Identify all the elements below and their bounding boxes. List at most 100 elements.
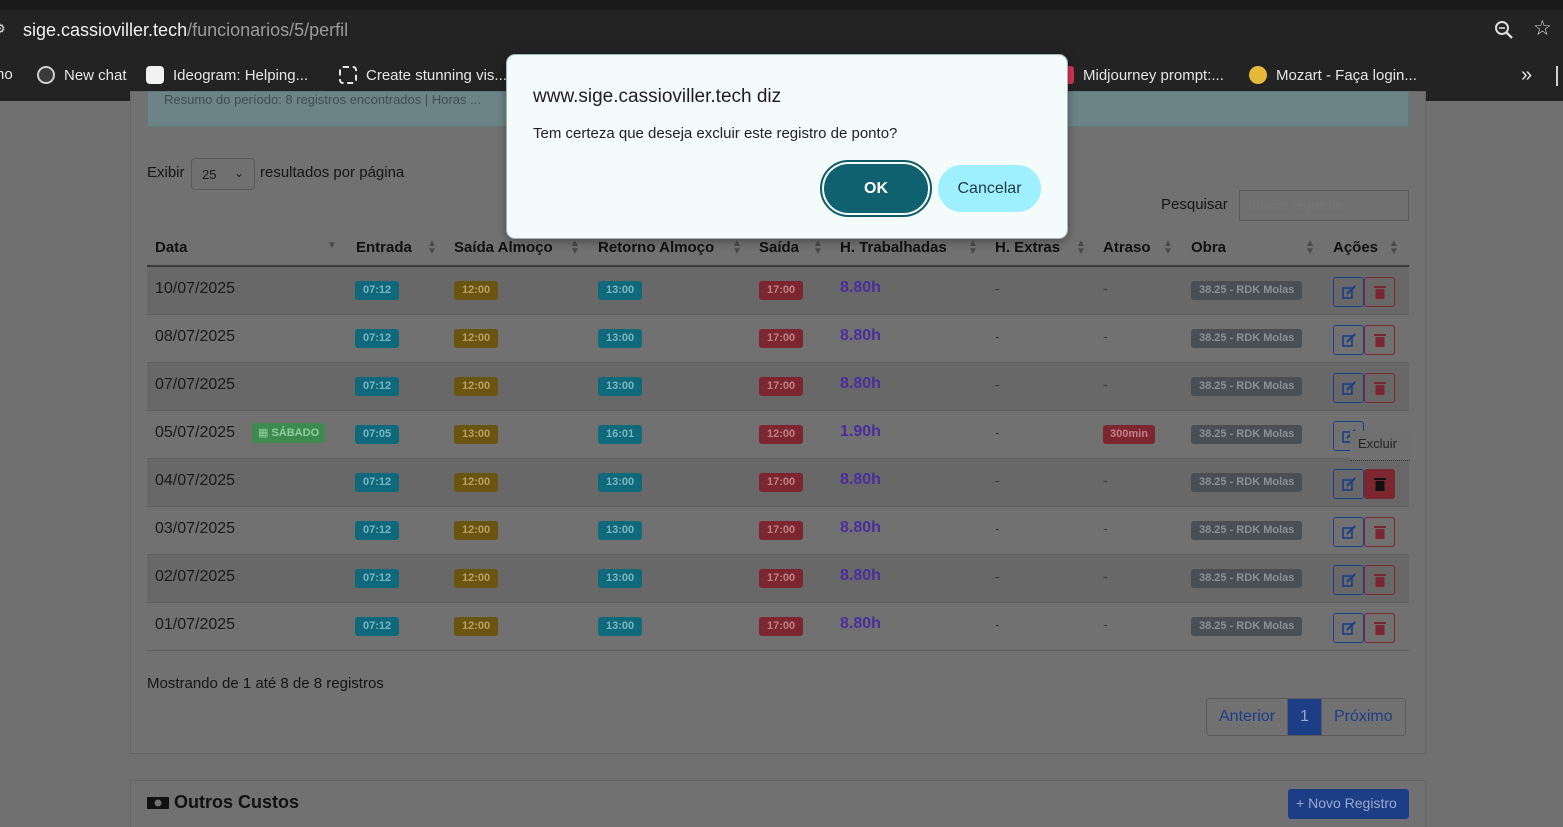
trash-icon xyxy=(1373,526,1386,539)
bookmark-item[interactable]: Create stunning vis... xyxy=(339,66,507,84)
cell-extras: - xyxy=(995,520,1000,536)
delete-button[interactable] xyxy=(1364,517,1395,547)
badge-saida-almoco: 12:00 xyxy=(454,521,499,540)
pagination-next[interactable]: Próximo xyxy=(1321,699,1405,735)
badge-retorno: 13:00 xyxy=(598,521,643,540)
pagination-prev[interactable]: Anterior xyxy=(1207,699,1289,735)
badge-retorno: 13:00 xyxy=(598,617,643,636)
ideogram-icon xyxy=(146,66,164,84)
cell-extras: - xyxy=(995,568,1000,584)
cell-horas: 8.80h xyxy=(840,567,881,584)
cell-atraso: - xyxy=(1103,568,1108,584)
edit-icon xyxy=(1341,285,1356,299)
sort-desc-icon: ▼ xyxy=(327,240,337,251)
col-header-extras[interactable]: H. Extras xyxy=(995,239,1060,256)
bookmarks-separator xyxy=(1556,66,1558,86)
bookmark-item[interactable]: no xyxy=(0,66,13,83)
edit-icon xyxy=(1341,621,1356,635)
table-row: 08/07/2025 07:12 12:00 13:00 17:00 8.80h… xyxy=(147,315,1409,363)
cell-atraso: - xyxy=(1103,280,1108,296)
badge-obra: 38.25 - RDK Molas xyxy=(1191,281,1303,300)
badge-entrada: 07:12 xyxy=(355,281,400,300)
col-header-acoes[interactable]: Ações xyxy=(1333,239,1378,256)
delete-button[interactable] xyxy=(1364,565,1395,595)
cell-horas: 8.80h xyxy=(840,615,881,632)
bookmark-item[interactable]: Ideogram: Helping... xyxy=(146,66,308,84)
table-row: 05/07/2025 ▦ SÁBADO 07:05 13:00 16:01 12… xyxy=(147,411,1409,459)
delete-button[interactable] xyxy=(1364,613,1395,643)
badge-atraso: 300min xyxy=(1103,425,1155,444)
saturday-badge: ▦ SÁBADO xyxy=(252,423,326,443)
badge-entrada: 07:12 xyxy=(355,377,400,396)
cell-date: 03/07/2025 xyxy=(155,520,236,537)
badge-saida: 17:00 xyxy=(759,521,804,540)
new-record-button[interactable]: + Novo Registro xyxy=(1288,789,1409,819)
cell-atraso: - xyxy=(1103,328,1108,344)
edit-icon xyxy=(1341,333,1356,347)
zoom-icon[interactable] xyxy=(1493,19,1515,41)
edit-button[interactable] xyxy=(1333,517,1364,547)
col-header-saida[interactable]: Saída xyxy=(759,239,799,256)
cell-extras: - xyxy=(995,280,1000,296)
page-size-select[interactable]: 25 ⌄ xyxy=(191,158,255,190)
badge-retorno: 13:00 xyxy=(598,281,643,300)
badge-obra: 38.25 - RDK Molas xyxy=(1191,569,1303,588)
edit-button[interactable] xyxy=(1333,613,1364,643)
trash-icon xyxy=(1373,574,1386,587)
col-header-atraso[interactable]: Atraso xyxy=(1103,239,1151,256)
table-row: 01/07/2025 07:12 12:00 13:00 17:00 8.80h… xyxy=(147,603,1409,651)
bookmark-item[interactable]: Midjourney prompt:... xyxy=(1062,66,1224,84)
col-header-retorno[interactable]: Retorno Almoço xyxy=(598,239,714,256)
badge-obra: 38.25 - RDK Molas xyxy=(1191,377,1303,396)
ok-button-label: OK xyxy=(824,164,928,213)
ok-button[interactable]: OK xyxy=(820,160,932,217)
cancel-button[interactable]: Cancelar xyxy=(938,165,1041,212)
badge-saida-almoco: 12:00 xyxy=(454,569,499,588)
pagination-page[interactable]: 1 xyxy=(1288,699,1322,735)
bookmark-item[interactable]: New chat xyxy=(37,66,127,84)
delete-button[interactable] xyxy=(1364,325,1395,355)
search-input[interactable] xyxy=(1239,190,1409,221)
delete-button[interactable] xyxy=(1364,469,1395,499)
pagination: Anterior 1 Próximo xyxy=(1206,698,1406,736)
outros-custos-card xyxy=(130,780,1426,827)
col-header-horas[interactable]: H. Trabalhadas xyxy=(840,239,947,256)
address-bar[interactable]: ⚙ sige.cassioviller.tech/funcionarios/5/… xyxy=(0,10,1563,51)
col-header-data[interactable]: Data xyxy=(155,239,188,256)
sort-icon: ▲ ▼ xyxy=(1389,238,1399,257)
cell-horas: 8.80h xyxy=(840,471,881,488)
search-label: Pesquisar xyxy=(1161,196,1228,213)
edit-button[interactable] xyxy=(1333,325,1364,355)
bookmark-item[interactable]: Mozart - Faça login... xyxy=(1249,66,1417,84)
cell-extras: - xyxy=(995,328,1000,344)
chevron-right-double-icon[interactable]: » xyxy=(1521,64,1532,87)
table-info: Mostrando de 1 até 8 de 8 registros xyxy=(147,675,384,692)
cell-horas: 1.90h xyxy=(840,423,881,440)
sort-icon: ▲ ▼ xyxy=(570,238,580,257)
col-header-entrada[interactable]: Entrada xyxy=(356,239,412,256)
cell-date: 01/07/2025 xyxy=(155,616,236,633)
edit-icon xyxy=(1341,477,1356,491)
col-header-saida-almoco[interactable]: Saída Almoço xyxy=(454,239,553,256)
edit-button[interactable] xyxy=(1333,469,1364,499)
badge-saida-almoco: 12:00 xyxy=(454,473,499,492)
star-icon[interactable]: ☆ xyxy=(1533,18,1552,40)
cell-date: 04/07/2025 xyxy=(155,472,236,489)
cell-extras: - xyxy=(995,376,1000,392)
url-text[interactable]: sige.cassioviller.tech/funcionarios/5/pe… xyxy=(23,20,348,41)
cell-atraso: - xyxy=(1103,376,1108,392)
edit-button[interactable] xyxy=(1333,565,1364,595)
edit-button[interactable] xyxy=(1333,277,1364,307)
cell-horas: 8.80h xyxy=(840,327,881,344)
delete-button[interactable] xyxy=(1364,373,1395,403)
edit-button[interactable] xyxy=(1333,373,1364,403)
site-info-icon[interactable]: ⚙ xyxy=(0,22,8,36)
col-header-obra[interactable]: Obra xyxy=(1191,239,1226,256)
plus-icon: + xyxy=(1296,795,1309,811)
badge-saida: 17:00 xyxy=(759,329,804,348)
trash-icon xyxy=(1373,334,1386,347)
cell-date: 08/07/2025 xyxy=(155,328,236,345)
badge-retorno: 13:00 xyxy=(598,473,643,492)
badge-entrada: 07:12 xyxy=(355,617,400,636)
delete-button[interactable] xyxy=(1364,277,1395,307)
